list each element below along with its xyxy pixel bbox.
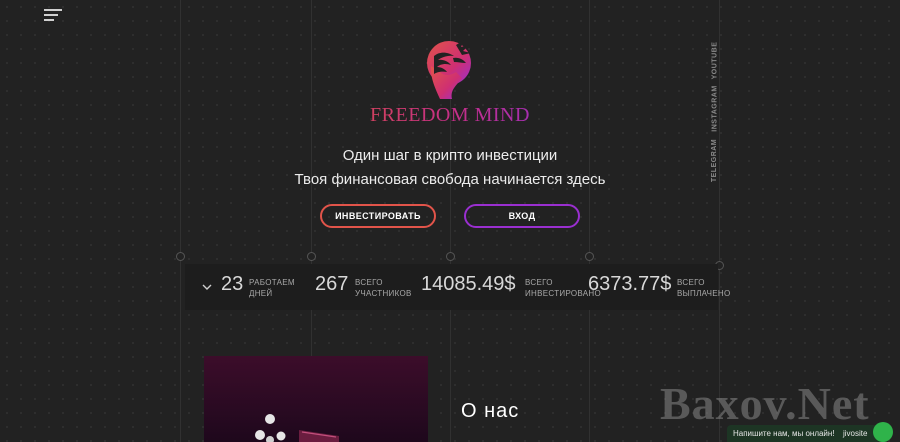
telegram-label: TELEGRAM xyxy=(711,138,719,182)
stat-days-label: РАБОТАЕМ ДНЕЙ xyxy=(249,278,295,298)
invest-button[interactable]: ИНВЕСТИРОВАТЬ xyxy=(320,204,436,228)
grid-node xyxy=(176,252,185,261)
stat-participants-label: ВСЕГО УЧАСТНИКОВ xyxy=(355,278,412,298)
social-link-youtube[interactable]: YOUTUBE xyxy=(707,41,723,79)
grid-line xyxy=(589,0,590,442)
hamburger-menu-icon[interactable] xyxy=(44,9,62,21)
chat-status-icon xyxy=(873,422,893,442)
grid-line xyxy=(180,0,181,442)
youtube-label: YOUTUBE xyxy=(711,41,719,79)
grid-node xyxy=(446,252,455,261)
grid-node xyxy=(585,252,594,261)
hero-tagline-secondary: Твоя финансовая свобода начинается здесь xyxy=(294,171,606,188)
social-link-instagram[interactable]: INSTAGRAM xyxy=(707,84,723,132)
social-link-telegram[interactable]: TELEGRAM xyxy=(707,138,723,182)
profile-head-logo-icon xyxy=(427,40,471,99)
login-button[interactable]: ВХОД xyxy=(464,204,580,228)
chat-brand-label: jivosite xyxy=(843,429,868,438)
stat-days-value: 23 xyxy=(221,273,244,295)
stat-invested-value: 14085.49$ xyxy=(421,273,516,295)
about-section-title: О нас xyxy=(461,400,520,422)
stat-participants-value: 267 xyxy=(315,273,349,295)
stat-paid-value: 6373.77$ xyxy=(588,273,672,295)
chevron-down-icon[interactable] xyxy=(202,282,212,292)
chat-widget[interactable]: Напишите нам, мы онлайн! jivosite xyxy=(727,422,893,442)
watermark-logo: Baxov.Net xyxy=(660,378,870,429)
instagram-label: INSTAGRAM xyxy=(711,84,719,132)
crypto-promo-image xyxy=(204,356,428,442)
grid-node xyxy=(307,252,316,261)
brand-name: FREEDOM MIND xyxy=(300,104,600,127)
bitcoin-coins-icon xyxy=(255,414,339,442)
chat-prompt-text: Напишите нам, мы онлайн! xyxy=(733,429,835,438)
hero-tagline-primary: Один шаг в крипто инвестиции xyxy=(342,147,558,164)
stat-paid-label: ВСЕГО ВЫПЛАЧЕНО xyxy=(677,278,731,298)
